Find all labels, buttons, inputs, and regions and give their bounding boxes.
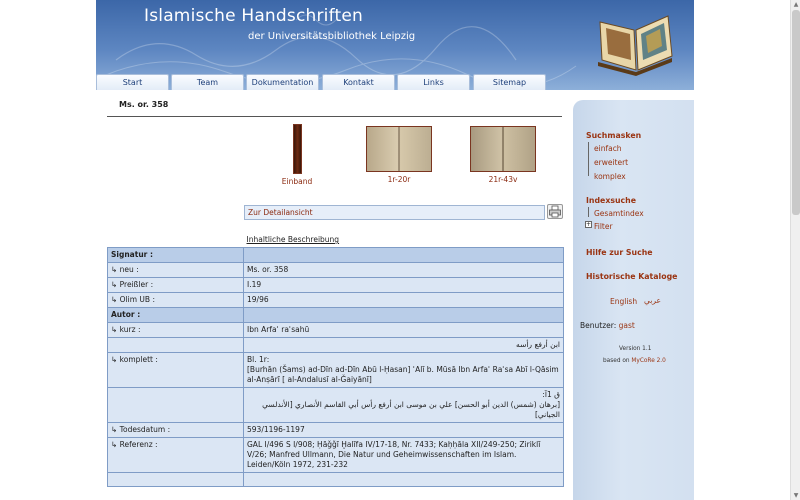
section-autor: Autor : [107, 307, 244, 323]
table-row: ↳ kurz : Ibn Arfaʿ raʾsahū [107, 322, 564, 338]
scroll-up-arrow-icon[interactable]: ▲ [791, 0, 800, 9]
table-row: ↳ Todesdatum : 593/1196-1197 [107, 422, 564, 438]
tab-kontakt[interactable]: Kontakt [322, 74, 395, 90]
content-description-link[interactable]: Inhaltliche Beschreibung [247, 235, 340, 244]
open-book-illustration [598, 15, 673, 76]
sidebar-item-gesamtindex[interactable]: Gesamtindex [594, 209, 644, 218]
page-image [470, 126, 536, 172]
site-title: Islamische Handschriften [144, 6, 363, 26]
field-value: 19/96 [243, 292, 564, 308]
field-value: Ibn Arfaʿ raʾsahū [243, 322, 564, 338]
scrollbar-thumb[interactable] [792, 10, 800, 215]
thumbnail-1r-20r[interactable]: 1r-20r [366, 126, 432, 184]
field-label: ↳ Olim UB : [107, 292, 244, 308]
field-value: GAL I/496 S I/908; Ḥāǧǧī Ḫalīfa IV/17-18… [243, 437, 564, 473]
language-arabic[interactable]: عربي [644, 296, 661, 305]
table-row: ↳ Preißler : I.19 [107, 277, 564, 293]
thumbnail-caption[interactable]: Einband [277, 177, 317, 186]
sidebar-link-hilfe[interactable]: Hilfe zur Suche [586, 248, 653, 257]
detail-bar: Zur Detailansicht [244, 205, 545, 220]
sidebar-item-filter[interactable]: Filter [594, 222, 613, 231]
field-value-folio-arabic: ق 1آ: [542, 390, 560, 399]
print-button[interactable] [547, 204, 563, 219]
sidebar-item-einfach[interactable]: einfach [594, 144, 622, 153]
page: Islamische Handschriften der Universität… [96, 0, 694, 500]
table-row: Autor : [107, 307, 564, 323]
site-header: Islamische Handschriften der Universität… [96, 0, 694, 90]
record-title: Ms. or. 358 [119, 100, 169, 109]
field-value-arabic: ابن أرفع رأسه [243, 337, 564, 353]
table-row: ↳ komplett : Bl. 1r: [Burhān (Šams) ad-D… [107, 352, 564, 388]
mycore-link[interactable]: MyCoRe 2.0 [631, 358, 665, 364]
field-value-folio: Bl. 1r: [247, 355, 270, 364]
field-label: ↳ neu : [107, 262, 244, 278]
page-image [366, 126, 432, 172]
tree-line [588, 207, 589, 217]
scroll-down-arrow-icon[interactable]: ▼ [791, 491, 800, 500]
title-divider [107, 116, 562, 117]
expand-plus-icon[interactable]: + [585, 221, 592, 228]
sidebar-item-komplex[interactable]: komplex [594, 172, 626, 181]
field-label: ↳ Todesdatum : [107, 422, 244, 438]
table-row: ↳ neu : Ms. or. 358 [107, 262, 564, 278]
field-label: ↳ Referenz : [107, 437, 244, 473]
field-label: ↳ kurz : [107, 322, 244, 338]
field-label: ↳ Preißler : [107, 277, 244, 293]
printer-icon [549, 205, 561, 218]
metadata-table: Inhaltliche Beschreibung Signatur : ↳ ne… [107, 233, 564, 487]
user-label: Benutzer: gast [580, 321, 635, 330]
detail-view-link[interactable]: Zur Detailansicht [248, 208, 313, 217]
tab-sitemap[interactable]: Sitemap [473, 74, 546, 90]
main-navigation: Start Team Dokumentation Kontakt Links S… [96, 74, 694, 90]
field-value: [Burhān (Šams) ad-Dīn ad-Dīn Abū l-Ḥasan… [247, 365, 559, 384]
user-name[interactable]: gast [619, 321, 635, 330]
thumbnail-caption[interactable]: 21r-43v [470, 175, 536, 184]
tab-start[interactable]: Start [96, 74, 169, 90]
tree-line [588, 142, 589, 176]
vertical-scrollbar[interactable]: ▲ ▼ [790, 0, 800, 500]
field-value: Ms. or. 358 [243, 262, 564, 278]
field-value-arabic: [برهان (شمس) الدين أبو الحسن] علي بن موس… [262, 400, 560, 419]
tab-team[interactable]: Team [171, 74, 244, 90]
section-signatur: Signatur : [107, 247, 244, 263]
sidebar-heading-indexsuche[interactable]: Indexsuche [586, 196, 636, 205]
thumbnail-einband[interactable]: Einband [277, 124, 317, 186]
tab-links[interactable]: Links [397, 74, 470, 90]
field-value: 593/1196-1197 [243, 422, 564, 438]
table-row: ابن أرفع رأسه [107, 337, 564, 353]
version-label: Version 1.1 [619, 346, 652, 352]
field-value: I.19 [243, 277, 564, 293]
language-english[interactable]: English [610, 297, 637, 306]
field-label: ↳ komplett : [107, 352, 244, 388]
table-row: ↳ Olim UB : 19/96 [107, 292, 564, 308]
sidebar-link-kataloge[interactable]: Historische Kataloge [586, 272, 677, 281]
sidebar-heading-suchmasken[interactable]: Suchmasken [586, 131, 641, 140]
table-row: Inhaltliche Beschreibung [107, 233, 564, 248]
table-row: ق 1آ: [برهان (شمس) الدين أبو الحسن] علي … [107, 387, 564, 423]
table-row: Signatur : [107, 247, 564, 263]
table-row: ↳ Referenz : GAL I/496 S I/908; Ḥāǧǧī Ḫa… [107, 437, 564, 473]
sidebar: Suchmasken einfach erweitert komplex Ind… [573, 100, 694, 500]
thumbnail-caption[interactable]: 1r-20r [366, 175, 432, 184]
thumbnail-21r-43v[interactable]: 21r-43v [470, 126, 536, 184]
based-on: based on MyCoRe 2.0 [603, 358, 666, 364]
site-subtitle: der Universitätsbibliothek Leipzig [248, 31, 416, 42]
table-row [107, 472, 564, 487]
sidebar-item-erweitert[interactable]: erweitert [594, 158, 628, 167]
einband-image [292, 124, 302, 174]
tab-dokumentation[interactable]: Dokumentation [246, 74, 319, 90]
